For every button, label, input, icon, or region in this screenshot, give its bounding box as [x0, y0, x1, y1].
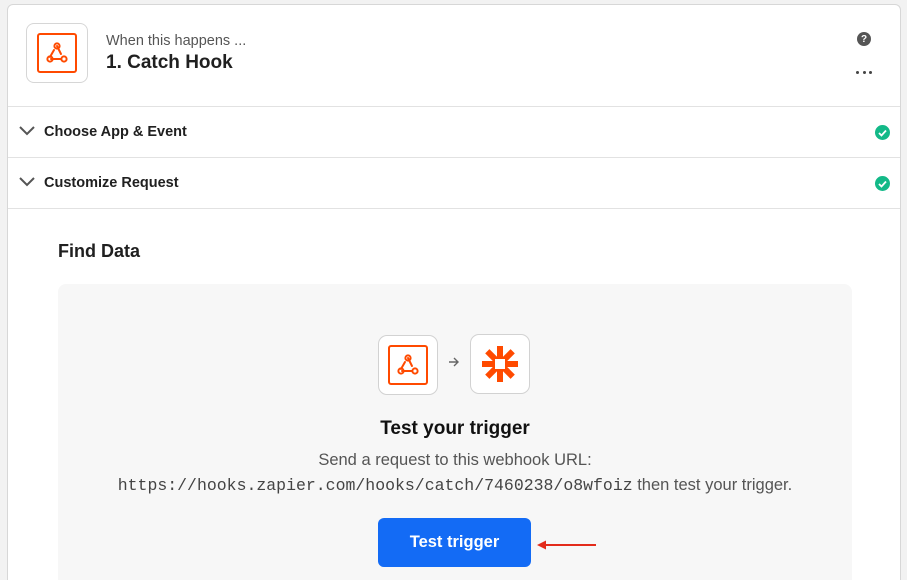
more-options-icon[interactable] — [856, 69, 872, 75]
webhook-url[interactable]: https://hooks.zapier.com/hooks/catch/746… — [118, 476, 633, 495]
section-label: Choose App & Event — [44, 124, 187, 140]
chevron-down-icon — [19, 177, 35, 187]
zapier-app-tile — [470, 334, 530, 394]
panel-description: Send a request to this webhook URL: — [318, 451, 592, 469]
step-subtitle: When this happens ... — [106, 33, 247, 49]
check-circle-icon — [875, 125, 890, 140]
zapier-icon — [482, 346, 518, 382]
section-choose-app-event[interactable]: Choose App & Event — [8, 107, 900, 158]
webhook-icon — [37, 33, 77, 73]
panel-title: Test your trigger — [380, 418, 530, 439]
help-icon[interactable]: ? — [857, 32, 871, 46]
source-app-tile — [378, 335, 438, 395]
check-circle-icon — [875, 176, 890, 191]
find-data-title: Find Data — [58, 241, 141, 261]
webhook-url-line: https://hooks.zapier.com/hooks/catch/746… — [58, 476, 852, 495]
section-label: Customize Request — [44, 175, 179, 191]
webhook-icon — [388, 345, 428, 385]
annotation-arrow-icon — [537, 540, 596, 550]
arrow-right-icon — [449, 357, 459, 367]
test-trigger-button[interactable]: Test trigger — [378, 518, 531, 567]
zap-step-card: When this happens ... 1. Catch Hook ? Ch… — [7, 4, 901, 580]
section-customize-request[interactable]: Customize Request — [8, 158, 900, 209]
url-suffix-text: then test your trigger. — [632, 476, 793, 494]
step-title: 1. Catch Hook — [106, 52, 233, 73]
app-icon-tile — [26, 23, 88, 83]
test-trigger-panel: Test your trigger Send a request to this… — [58, 284, 852, 580]
chevron-down-icon — [19, 126, 35, 136]
step-header[interactable]: When this happens ... 1. Catch Hook ? — [8, 5, 900, 107]
